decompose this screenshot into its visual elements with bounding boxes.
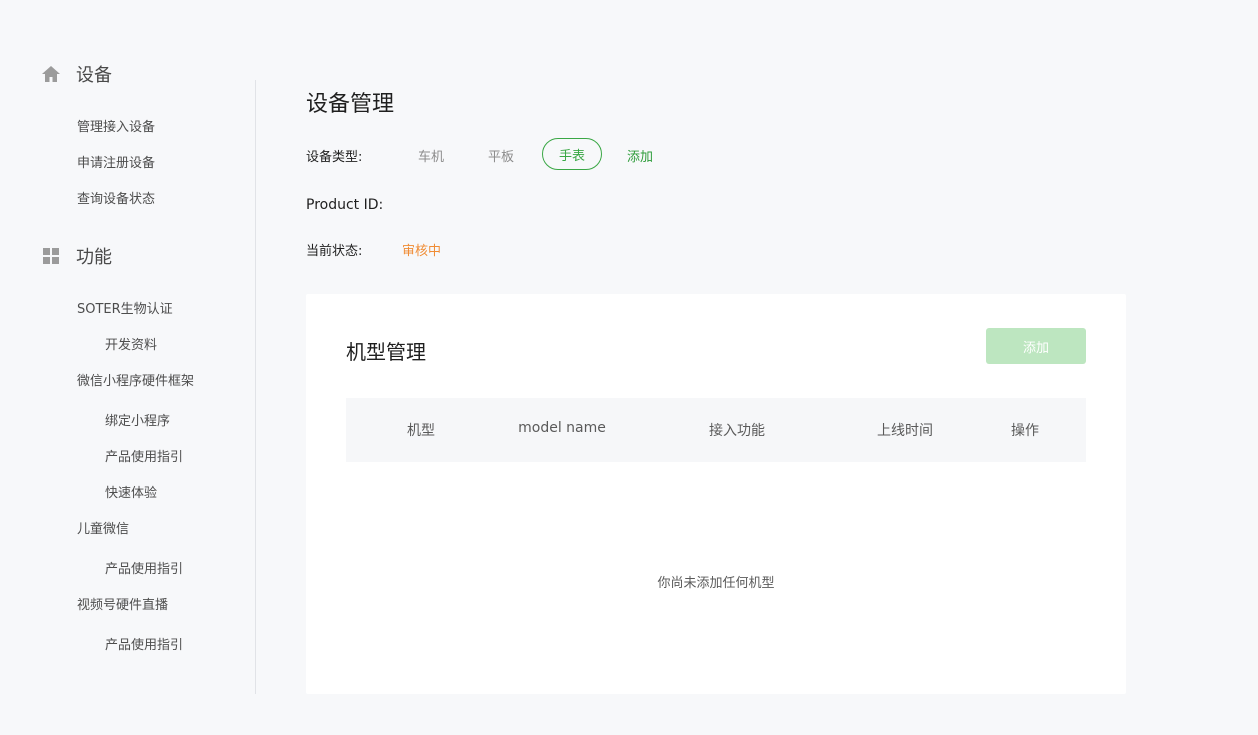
sidebar-item-soter-docs[interactable]: 开发资料: [105, 334, 157, 353]
sidebar-item-device-status[interactable]: 查询设备状态: [77, 188, 155, 207]
column-actions: 操作: [1011, 423, 1039, 439]
sidebar-item-channels-live[interactable]: 视频号硬件直播: [77, 594, 168, 613]
section-devices-title: 设备: [76, 65, 112, 86]
main-content: 设备管理 设备类型: 车机 平板 手表 添加 Product ID: 当前状态:…: [306, 0, 1126, 735]
sidebar-divider: [255, 80, 256, 694]
status-value: 审核中: [402, 244, 442, 259]
section-devices: 设备: [40, 62, 112, 86]
section-features-title: 功能: [76, 247, 112, 268]
sidebar-item-kids-guide[interactable]: 产品使用指引: [105, 558, 183, 577]
sidebar-item-bind-miniprogram[interactable]: 绑定小程序: [105, 410, 170, 429]
product-id-label: Product ID:: [306, 197, 384, 213]
table-header: 机型 model name 接入功能 上线时间 操作: [346, 398, 1086, 462]
sidebar-item-manage-devices[interactable]: 管理接入设备: [77, 116, 155, 135]
status-label: 当前状态:: [306, 244, 363, 259]
page-title: 设备管理: [306, 92, 395, 117]
device-type-label: 设备类型:: [306, 150, 363, 165]
grid-icon: [40, 245, 62, 267]
column-online-time: 上线时间: [877, 423, 933, 439]
sidebar: 设备 管理接入设备 申请注册设备 查询设备状态 功能 SOTER生物认证 开发资…: [0, 0, 256, 735]
sidebar-item-quick-experience[interactable]: 快速体验: [105, 482, 157, 501]
sidebar-item-kids-wechat[interactable]: 儿童微信: [77, 518, 129, 537]
sidebar-item-miniprogram-guide[interactable]: 产品使用指引: [105, 446, 183, 465]
add-model-button[interactable]: 添加: [986, 328, 1086, 364]
sidebar-item-register-device[interactable]: 申请注册设备: [77, 152, 155, 171]
column-features: 接入功能: [709, 423, 765, 439]
column-model: 机型: [407, 423, 435, 439]
device-type-watch[interactable]: 手表: [542, 138, 602, 170]
section-features: 功能: [40, 244, 112, 268]
sidebar-item-soter[interactable]: SOTER生物认证: [77, 298, 173, 317]
column-model-name: model name: [518, 420, 606, 436]
sidebar-item-miniprogram-framework[interactable]: 微信小程序硬件框架: [77, 370, 194, 389]
device-type-car[interactable]: 车机: [418, 146, 444, 165]
device-type-tablet[interactable]: 平板: [488, 146, 514, 165]
sidebar-item-channels-guide[interactable]: 产品使用指引: [105, 634, 183, 653]
model-management-card: 机型管理 添加 机型 model name 接入功能 上线时间 操作 你尚未添加…: [306, 294, 1126, 694]
empty-state-text: 你尚未添加任何机型: [657, 576, 775, 591]
model-card-title: 机型管理: [346, 340, 426, 364]
add-device-type-link[interactable]: 添加: [627, 146, 653, 165]
home-icon: [40, 63, 62, 85]
